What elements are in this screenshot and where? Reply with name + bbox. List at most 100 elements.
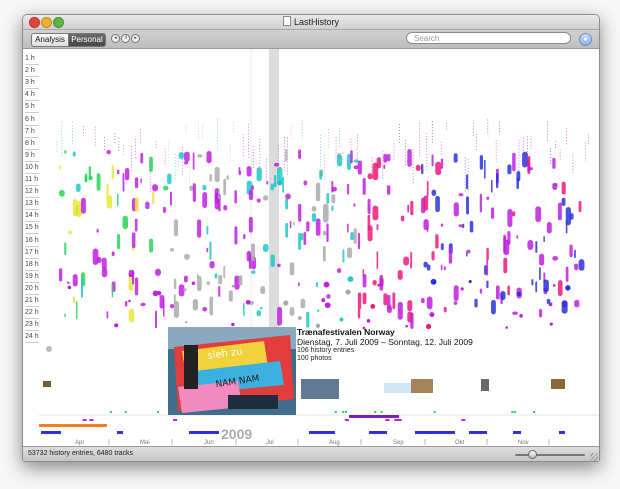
activity-dot [377, 283, 381, 287]
timeline-track [415, 431, 455, 434]
tab-personal[interactable]: Personal [68, 33, 106, 47]
timeline-marker [345, 411, 348, 413]
activity-dot [324, 302, 331, 309]
activity-dot [460, 287, 464, 291]
hour-label: 17 h [25, 248, 39, 259]
activity-dot [339, 317, 344, 322]
listening-session [178, 152, 185, 160]
listening-session [557, 280, 563, 297]
listening-session [152, 184, 159, 192]
title-bar[interactable]: LastHistory [23, 15, 599, 30]
listening-session [262, 243, 269, 253]
listening-session [173, 300, 180, 318]
listening-session [543, 236, 545, 243]
listening-session [184, 161, 189, 165]
listening-session [383, 164, 386, 169]
listening-session [246, 166, 252, 177]
hour-label: 21 h [25, 296, 39, 307]
listening-session [315, 218, 321, 236]
listening-session [496, 285, 500, 300]
listening-session [262, 195, 269, 201]
listening-session [426, 296, 433, 310]
forward-icon[interactable]: ▸ [131, 34, 140, 43]
listening-session [578, 200, 582, 213]
listening-session [75, 301, 78, 320]
rewind-icon[interactable]: ◂ [111, 34, 120, 43]
timeline-marker [514, 411, 517, 413]
listening-session [539, 267, 541, 281]
event-popup[interactable]: sieh zu NAM NAM Trænafestivalen Norway D… [168, 327, 473, 415]
listening-session [59, 268, 63, 282]
listening-session [507, 285, 510, 296]
listening-session [140, 153, 144, 164]
activity-dot [552, 284, 556, 287]
listening-session [516, 171, 521, 182]
listening-session [311, 206, 317, 212]
hour-label: 7 h [25, 127, 39, 138]
activity-dot [128, 299, 131, 303]
listening-session [266, 180, 269, 185]
listening-session [223, 178, 227, 196]
listening-session [512, 311, 518, 316]
activity-dot [67, 281, 70, 284]
resize-grip[interactable] [590, 453, 598, 461]
listening-session [124, 167, 130, 181]
tab-analysis[interactable]: Analysis [31, 33, 69, 47]
activity-dot [317, 309, 320, 312]
listening-session [421, 297, 425, 304]
timeline-year: 2009 [221, 426, 253, 442]
listening-session [322, 203, 329, 223]
listening-session [372, 279, 377, 286]
listening-session [435, 234, 439, 249]
hour-label: 16 h [25, 236, 39, 247]
listening-session [326, 223, 329, 243]
event-photos-count: 100 photos [297, 355, 332, 362]
listening-session [298, 149, 302, 160]
listening-session [403, 256, 409, 266]
pause-icon[interactable]: ॥ [121, 34, 130, 43]
listening-session [218, 188, 220, 200]
listening-session [59, 164, 61, 170]
event-dates: Dienstag, 7. Juli 2009 – Sonntag, 12. Ju… [297, 337, 473, 347]
activity-dot [183, 288, 187, 292]
listening-session [206, 150, 212, 164]
zoom-slider-knob[interactable] [528, 450, 537, 459]
listening-session [448, 247, 453, 264]
listening-session [209, 241, 212, 260]
listening-session [315, 182, 321, 202]
listening-session [106, 149, 111, 155]
search-input[interactable] [406, 32, 571, 44]
listening-session [81, 278, 84, 298]
listening-session [289, 262, 295, 276]
listening-session [64, 150, 67, 154]
listening-session [206, 247, 209, 253]
hour-label: 11 h [25, 175, 39, 186]
listening-session [479, 155, 484, 170]
zoom-slider[interactable] [515, 454, 585, 456]
listening-session [453, 202, 459, 217]
listening-session [169, 191, 172, 206]
activity-dot [46, 346, 52, 352]
listening-session [169, 303, 175, 309]
listening-session [423, 195, 429, 211]
hour-label: 9 h [25, 151, 39, 162]
listening-session [184, 275, 188, 283]
activity-dot [468, 279, 472, 284]
photo-thumbnail [481, 379, 489, 391]
listening-session [228, 290, 233, 302]
activity-dot [114, 323, 119, 328]
window-title-text: LastHistory [293, 17, 339, 27]
listening-session [415, 164, 421, 171]
timeline-marker [394, 419, 399, 421]
listening-session [400, 215, 405, 222]
listening-session [357, 232, 361, 250]
listening-session [75, 200, 82, 218]
listening-session [337, 268, 342, 274]
listening-session [234, 226, 238, 245]
listening-session [68, 230, 73, 235]
listening-session [386, 294, 391, 310]
listening-session [347, 223, 349, 233]
search-options-icon[interactable]: ● [579, 33, 592, 46]
listening-session [162, 298, 165, 317]
listening-session [500, 291, 506, 301]
